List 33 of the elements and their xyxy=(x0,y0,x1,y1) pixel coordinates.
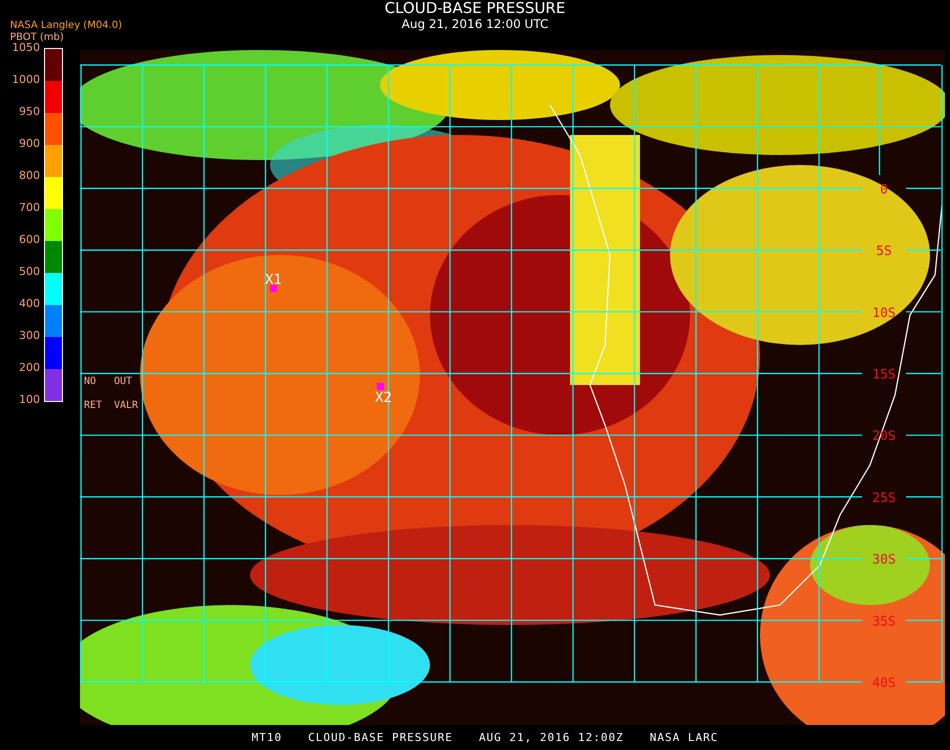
legend-value: 1050 xyxy=(12,42,40,54)
legend-value: 500 xyxy=(19,266,40,278)
latitude-label: 35S xyxy=(872,614,896,630)
footer-caption: CLOUD-BASE PRESSURE xyxy=(308,731,453,744)
footer-caption: AUG 21, 2016 12:00Z xyxy=(478,731,624,744)
no-data-label: NO xyxy=(84,376,96,387)
legend-value: 200 xyxy=(19,362,40,374)
latitude-label: 30S xyxy=(872,552,896,568)
legend-value: 700 xyxy=(19,202,40,214)
legend-value: 300 xyxy=(19,330,40,342)
legend-value: 950 xyxy=(19,106,40,118)
legend-value: 1000 xyxy=(12,74,40,86)
latitude-label: 0 xyxy=(880,182,888,198)
legend-value: 100 xyxy=(19,394,40,406)
latitude-label: 25S xyxy=(872,490,896,506)
no-data-label: RET xyxy=(84,400,102,411)
chart-title: CLOUD-BASE PRESSURE xyxy=(384,0,566,17)
latitude-label: 10S xyxy=(872,306,896,321)
latitude-label: 15S xyxy=(872,368,896,382)
legend-title: PBOT (mb) xyxy=(10,32,65,43)
latitude-label: 5S xyxy=(876,244,892,260)
location-marker xyxy=(377,383,384,390)
legend-value: 400 xyxy=(19,298,40,310)
legend-value: 800 xyxy=(19,170,40,182)
date-label: Aug 21, 2016 12:00 UTC xyxy=(402,17,548,31)
footer-caption: MT10 xyxy=(252,731,282,744)
legend-value: 900 xyxy=(19,138,40,150)
footer-caption: NASA LARC xyxy=(650,731,718,744)
no-data-label: VALR xyxy=(114,400,138,411)
source-label: NASA Langley (M04.0) xyxy=(10,19,123,32)
no-data-label: OUT xyxy=(114,376,132,387)
legend-value: 600 xyxy=(19,234,40,246)
latitude-label: 40S xyxy=(872,676,896,691)
